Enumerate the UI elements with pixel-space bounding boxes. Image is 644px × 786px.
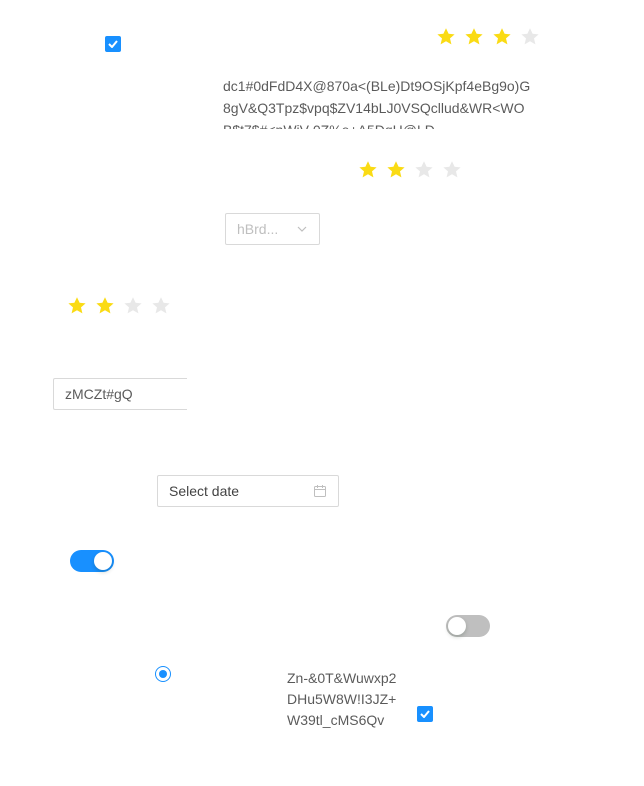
date-picker-placeholder: Select date <box>169 483 240 499</box>
star-icon[interactable] <box>151 296 171 316</box>
text-block-top: dc1#0dFdD4X@870a<(BLe)Dt9OSjKpf4eBg9o)G8… <box>223 78 531 129</box>
check-icon <box>420 710 430 718</box>
checkbox-bottom[interactable] <box>417 706 433 722</box>
radio-button[interactable] <box>155 666 171 682</box>
rating-left[interactable] <box>67 296 171 316</box>
star-icon[interactable] <box>442 160 462 180</box>
select-value: hBrd... <box>237 221 279 237</box>
star-icon[interactable] <box>492 27 512 47</box>
star-icon[interactable] <box>414 160 434 180</box>
text-input[interactable]: zMCZt#gQ <box>53 378 187 410</box>
star-icon[interactable] <box>123 296 143 316</box>
select-dropdown[interactable]: hBrd... <box>225 213 320 245</box>
rating-top[interactable] <box>436 27 540 47</box>
star-icon[interactable] <box>464 27 484 47</box>
star-icon[interactable] <box>520 27 540 47</box>
switch-off[interactable] <box>446 615 490 637</box>
star-icon[interactable] <box>67 296 87 316</box>
star-icon[interactable] <box>358 160 378 180</box>
text-input-value: zMCZt#gQ <box>65 386 133 402</box>
checkbox-top[interactable] <box>105 36 121 52</box>
switch-on[interactable] <box>70 550 114 572</box>
check-icon <box>108 40 118 48</box>
calendar-icon <box>313 484 327 498</box>
radio-dot <box>159 670 167 678</box>
star-icon[interactable] <box>386 160 406 180</box>
switch-knob <box>94 552 112 570</box>
star-icon[interactable] <box>436 27 456 47</box>
switch-knob <box>448 617 466 635</box>
star-icon[interactable] <box>95 296 115 316</box>
chevron-down-icon <box>296 223 308 235</box>
text-block-bottom: Zn-&0T&Wuwxp2DHu5W8W!I3JZ+W39tl_cMS6Qv <box>287 670 397 728</box>
rating-middle[interactable] <box>358 160 462 180</box>
date-picker[interactable]: Select date <box>157 475 339 507</box>
